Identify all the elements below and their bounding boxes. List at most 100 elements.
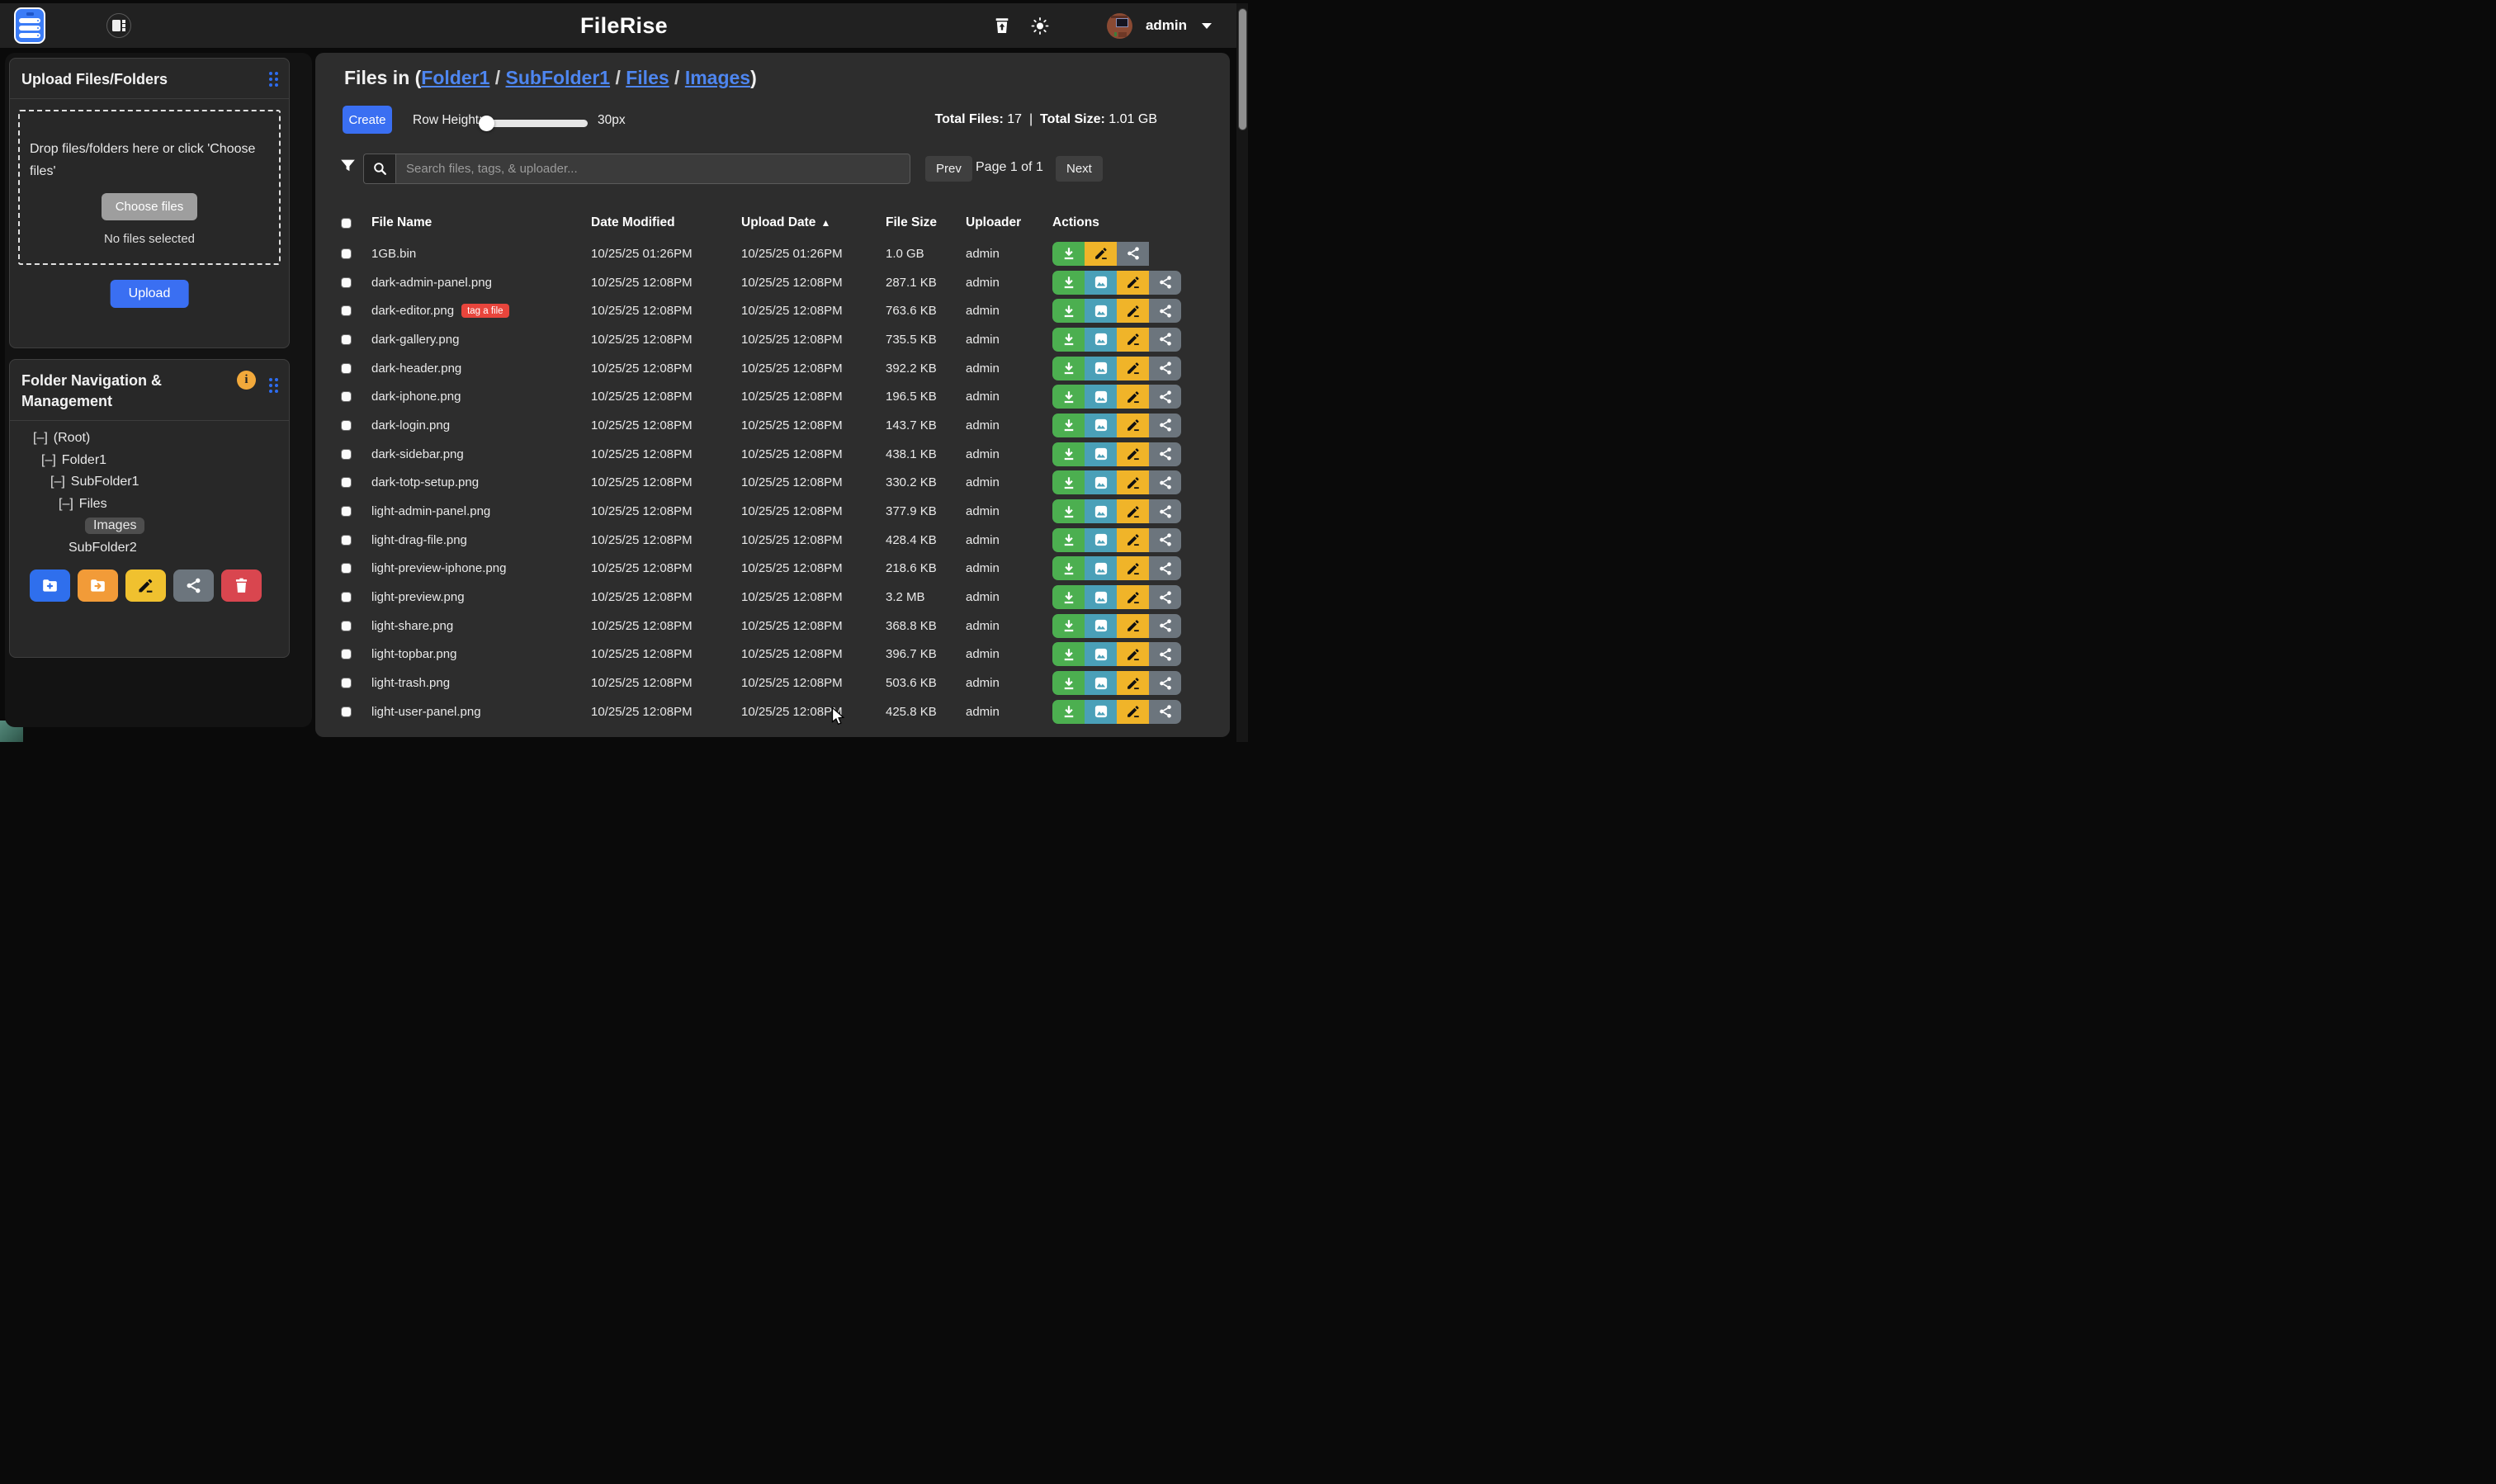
choose-files-button[interactable]: Choose files <box>102 193 198 220</box>
user-avatar[interactable] <box>1107 13 1132 39</box>
file-name[interactable]: dark-iphone.png <box>371 390 461 404</box>
file-name[interactable]: light-drag-file.png <box>371 533 467 547</box>
share-file-button[interactable] <box>1149 414 1181 437</box>
download-file-button[interactable] <box>1052 442 1085 466</box>
theme-toggle-sun-icon[interactable] <box>1031 17 1049 35</box>
folder-label[interactable]: SubFolder1 <box>71 475 139 489</box>
scrollbar-track[interactable] <box>1236 3 1248 742</box>
slider-thumb[interactable] <box>479 116 494 131</box>
folder-tree-item-root[interactable]: [–](Root) <box>10 428 289 450</box>
edit-file-button[interactable] <box>1085 242 1117 266</box>
move-folder-button[interactable] <box>78 569 118 602</box>
preview-image-button[interactable] <box>1085 299 1117 323</box>
download-file-button[interactable] <box>1052 328 1085 352</box>
edit-file-button[interactable] <box>1117 700 1149 724</box>
search-input[interactable] <box>395 154 910 184</box>
edit-file-button[interactable] <box>1117 585 1149 609</box>
edit-file-button[interactable] <box>1117 271 1149 295</box>
file-name[interactable]: light-share.png <box>371 619 453 633</box>
edit-file-button[interactable] <box>1117 528 1149 552</box>
row-checkbox[interactable] <box>341 449 352 460</box>
download-file-button[interactable] <box>1052 470 1085 494</box>
delete-folder-button[interactable] <box>221 569 262 602</box>
file-name[interactable]: light-admin-panel.png <box>371 504 490 518</box>
download-file-button[interactable] <box>1052 556 1085 580</box>
file-name[interactable]: dark-gallery.png <box>371 333 459 347</box>
download-file-button[interactable] <box>1052 299 1085 323</box>
breadcrumb-link-files[interactable]: Files <box>626 67 669 88</box>
file-name[interactable]: light-topbar.png <box>371 647 456 661</box>
edit-file-button[interactable] <box>1117 414 1149 437</box>
download-file-button[interactable] <box>1052 614 1085 638</box>
download-file-button[interactable] <box>1052 271 1085 295</box>
column-header-date-modified[interactable]: Date Modified <box>591 215 741 230</box>
preview-image-button[interactable] <box>1085 700 1117 724</box>
preview-image-button[interactable] <box>1085 328 1117 352</box>
edit-file-button[interactable] <box>1117 442 1149 466</box>
row-checkbox[interactable] <box>341 363 352 374</box>
share-file-button[interactable] <box>1149 528 1181 552</box>
tree-collapse-toggle[interactable]: [–] <box>33 431 48 446</box>
edit-file-button[interactable] <box>1117 470 1149 494</box>
download-file-button[interactable] <box>1052 242 1085 266</box>
download-file-button[interactable] <box>1052 642 1085 666</box>
next-page-button[interactable]: Next <box>1056 156 1103 182</box>
column-header-file-name[interactable]: File Name <box>371 215 591 230</box>
edit-file-button[interactable] <box>1117 671 1149 695</box>
share-folder-button[interactable] <box>173 569 214 602</box>
prev-page-button[interactable]: Prev <box>925 156 972 182</box>
file-name[interactable]: dark-login.png <box>371 418 450 432</box>
row-checkbox[interactable] <box>341 391 352 402</box>
preview-image-button[interactable] <box>1085 671 1117 695</box>
tree-collapse-toggle[interactable]: [–] <box>50 475 65 489</box>
row-checkbox[interactable] <box>341 592 352 603</box>
rename-folder-button[interactable] <box>125 569 166 602</box>
preview-image-button[interactable] <box>1085 642 1117 666</box>
share-file-button[interactable] <box>1149 642 1181 666</box>
edit-file-button[interactable] <box>1117 556 1149 580</box>
share-file-button[interactable] <box>1149 671 1181 695</box>
row-checkbox[interactable] <box>341 535 352 546</box>
column-header-upload-date[interactable]: Upload Date▲ <box>741 215 886 230</box>
apps-grid-icon[interactable] <box>1069 17 1087 35</box>
row-checkbox[interactable] <box>341 707 352 717</box>
preview-image-button[interactable] <box>1085 470 1117 494</box>
tag-file-badge[interactable]: tag a file <box>461 304 508 318</box>
folder-tree-item-folder1[interactable]: [–]Folder1 <box>10 450 289 472</box>
edit-file-button[interactable] <box>1117 642 1149 666</box>
row-height-slider[interactable] <box>480 120 588 127</box>
download-file-button[interactable] <box>1052 528 1085 552</box>
folder-tree-item-subfolder1[interactable]: [–] SubFolder1 <box>10 471 289 494</box>
file-name[interactable]: dark-sidebar.png <box>371 447 464 461</box>
drag-handle-icon[interactable] <box>269 378 278 393</box>
folder-label[interactable]: SubFolder2 <box>69 541 137 555</box>
scrollbar-thumb[interactable] <box>1238 8 1247 130</box>
breadcrumb-link-images[interactable]: Images <box>685 67 750 88</box>
create-folder-button[interactable] <box>30 569 70 602</box>
file-name[interactable]: light-trash.png <box>371 676 450 690</box>
share-file-button[interactable] <box>1149 299 1181 323</box>
edit-file-button[interactable] <box>1117 614 1149 638</box>
folder-tree-item-subfolder2[interactable]: SubFolder2 <box>10 537 289 560</box>
folder-tree-item-files[interactable]: [–]Files <box>10 494 289 516</box>
preview-image-button[interactable] <box>1085 614 1117 638</box>
share-file-button[interactable] <box>1149 442 1181 466</box>
file-name[interactable]: light-preview-iphone.png <box>371 561 506 575</box>
breadcrumb-link-subfolder1[interactable]: SubFolder1 <box>506 67 611 88</box>
folder-label[interactable]: Folder1 <box>62 453 106 468</box>
folder-tree-item-images[interactable]: Images <box>10 515 289 537</box>
row-checkbox[interactable] <box>341 563 352 574</box>
row-checkbox[interactable] <box>341 621 352 631</box>
drag-handle-icon[interactable] <box>269 72 278 87</box>
column-header-file-size[interactable]: File Size <box>886 215 966 230</box>
share-file-button[interactable] <box>1149 499 1181 523</box>
preview-image-button[interactable] <box>1085 528 1117 552</box>
edit-file-button[interactable] <box>1117 299 1149 323</box>
user-menu-chevron-down-icon[interactable] <box>1202 23 1212 29</box>
folder-label[interactable]: Files <box>79 497 107 512</box>
row-checkbox[interactable] <box>341 334 352 345</box>
share-file-button[interactable] <box>1149 385 1181 409</box>
filter-icon[interactable] <box>339 158 357 179</box>
preview-image-button[interactable] <box>1085 442 1117 466</box>
edit-file-button[interactable] <box>1117 328 1149 352</box>
